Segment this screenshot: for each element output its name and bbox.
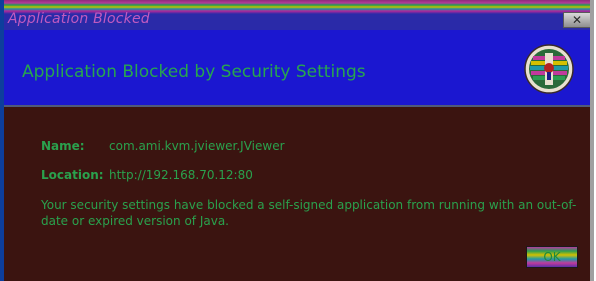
ok-button[interactable]: OK xyxy=(526,246,578,268)
location-label: Location: xyxy=(41,168,104,182)
header-separator xyxy=(4,105,590,107)
close-button[interactable]: ✕ xyxy=(563,12,591,28)
close-icon: ✕ xyxy=(571,13,583,27)
name-label: Name: xyxy=(41,139,85,153)
window-border-right xyxy=(590,0,594,281)
dialog-window: Application Blocked ✕ Application Blocke… xyxy=(0,0,594,281)
title-bar[interactable]: Application Blocked ✕ xyxy=(0,0,594,30)
java-security-shield-icon xyxy=(524,44,574,94)
dialog-header: Application Blocked by Security Settings xyxy=(4,30,590,105)
name-value: com.ami.kvm.jviewer.JViewer xyxy=(109,139,285,153)
header-title: Application Blocked by Security Settings xyxy=(22,62,366,82)
location-value: http://192.168.70.12:80 xyxy=(109,168,253,182)
security-message: Your security settings have blocked a se… xyxy=(41,198,577,228)
window-title: Application Blocked xyxy=(8,11,150,27)
ok-button-label: OK xyxy=(543,250,561,264)
